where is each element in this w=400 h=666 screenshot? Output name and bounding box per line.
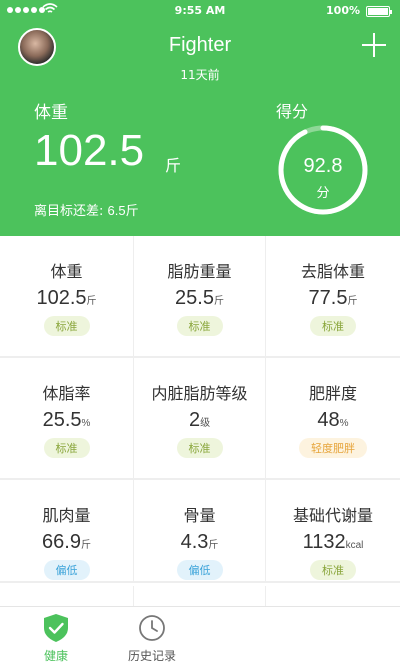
- tab-history[interactable]: 历史记录: [122, 607, 182, 666]
- status-badge: 标准: [43, 316, 90, 336]
- metric-cell[interactable]: 内脏脂肪等级 2级 标准: [133, 358, 266, 478]
- add-button[interactable]: [362, 33, 386, 57]
- tab-health[interactable]: 健康: [26, 607, 86, 666]
- metric-label: 肥胖度: [308, 384, 357, 403]
- status-badge: 标准: [310, 316, 356, 336]
- status-badge: 标准: [176, 316, 223, 336]
- metric-value: 1132kcal: [302, 531, 364, 553]
- metric-cell-partial[interactable]: [133, 586, 266, 606]
- metric-cell[interactable]: 基础代谢量 1132kcal 标准: [266, 480, 400, 581]
- status-badge: 轻度肥胖: [299, 438, 367, 458]
- metrics-row: 体脂率 25.5% 标准 内脏脂肪等级 2级 标准 肥胖度 48% 轻度肥胖: [0, 358, 400, 480]
- metrics-row: 体重 102.5斤 标准 脂肪重量 25.5斤 标准 去脂体重 77.5斤 标准: [0, 236, 400, 358]
- goal-difference: 离目标还差: 6.5斤: [34, 200, 139, 219]
- status-badge: 偏低: [43, 560, 90, 580]
- last-measure-time: 11天前: [180, 68, 220, 82]
- status-bar: 9:55 AM 100%: [0, 0, 400, 22]
- status-badge: 偏低: [176, 560, 223, 580]
- goal-difference-value: 6.5斤: [107, 203, 139, 218]
- status-badge: 标准: [176, 438, 223, 458]
- battery-percent: 100%: [326, 4, 360, 17]
- metric-cell[interactable]: 骨量 4.3斤 偏低: [133, 480, 266, 581]
- metric-label: 内脏脂肪等级: [151, 384, 248, 403]
- metric-value: 102.5斤: [36, 287, 97, 309]
- metric-label: 体重: [50, 262, 83, 281]
- tab-history-label: 历史记录: [127, 649, 176, 663]
- battery-icon: [366, 6, 392, 17]
- metric-label: 骨量: [183, 506, 216, 525]
- metric-cell[interactable]: 肥胖度 48% 轻度肥胖: [266, 358, 400, 478]
- metrics-row-partial: [0, 586, 400, 606]
- status-badge: 标准: [43, 438, 90, 458]
- metric-value: 25.5%: [42, 409, 91, 431]
- metric-cell[interactable]: 体重 102.5斤 标准: [0, 236, 133, 356]
- score-label: 得分: [276, 102, 309, 121]
- metric-label: 基础代谢量: [292, 506, 373, 525]
- weight-unit: 斤: [165, 156, 182, 175]
- user-name[interactable]: Fighter: [0, 34, 400, 57]
- tab-bar: 健康 历史记录: [0, 606, 400, 666]
- metrics-row: 肌肉量 66.9斤 偏低 骨量 4.3斤 偏低 基础代谢量 1132kcal 标…: [0, 480, 400, 583]
- shield-check-icon: [44, 614, 68, 642]
- metric-cell[interactable]: 肌肉量 66.9斤 偏低: [0, 480, 133, 581]
- metrics-grid: 体重 102.5斤 标准 脂肪重量 25.5斤 标准 去脂体重 77.5斤 标准…: [0, 236, 400, 583]
- metric-label: 肌肉量: [42, 506, 91, 525]
- metric-value: 4.3斤: [180, 531, 219, 553]
- metric-label: 体脂率: [42, 384, 91, 403]
- metric-cell[interactable]: 体脂率 25.5% 标准: [0, 358, 133, 478]
- metric-cell[interactable]: 脂肪重量 25.5斤 标准: [133, 236, 266, 356]
- weight-value: 102.5: [34, 126, 145, 175]
- metric-value: 66.9斤: [42, 531, 91, 553]
- metric-label: 去脂体重: [300, 262, 365, 281]
- metric-value: 77.5斤: [308, 287, 358, 309]
- metric-cell[interactable]: 去脂体重 77.5斤 标准: [266, 236, 400, 356]
- status-badge: 标准: [310, 560, 356, 580]
- goal-difference-label: 离目标还差:: [34, 204, 104, 219]
- tab-health-label: 健康: [43, 649, 68, 663]
- summary-header: 9:55 AM 100% Fighter 11天前 体重 102.5 斤 离目标…: [0, 0, 400, 236]
- score-unit: 分: [316, 186, 330, 201]
- clock-icon: [139, 615, 165, 641]
- metric-label: 脂肪重量: [167, 262, 232, 281]
- metric-cell-partial[interactable]: [266, 586, 400, 606]
- metric-cell-partial[interactable]: [0, 586, 133, 606]
- weight-label: 体重: [34, 103, 68, 123]
- metric-value: 2级: [188, 409, 211, 431]
- score-value: 92.8: [303, 155, 343, 177]
- metric-value: 25.5斤: [175, 287, 224, 309]
- metric-value: 48%: [317, 409, 349, 431]
